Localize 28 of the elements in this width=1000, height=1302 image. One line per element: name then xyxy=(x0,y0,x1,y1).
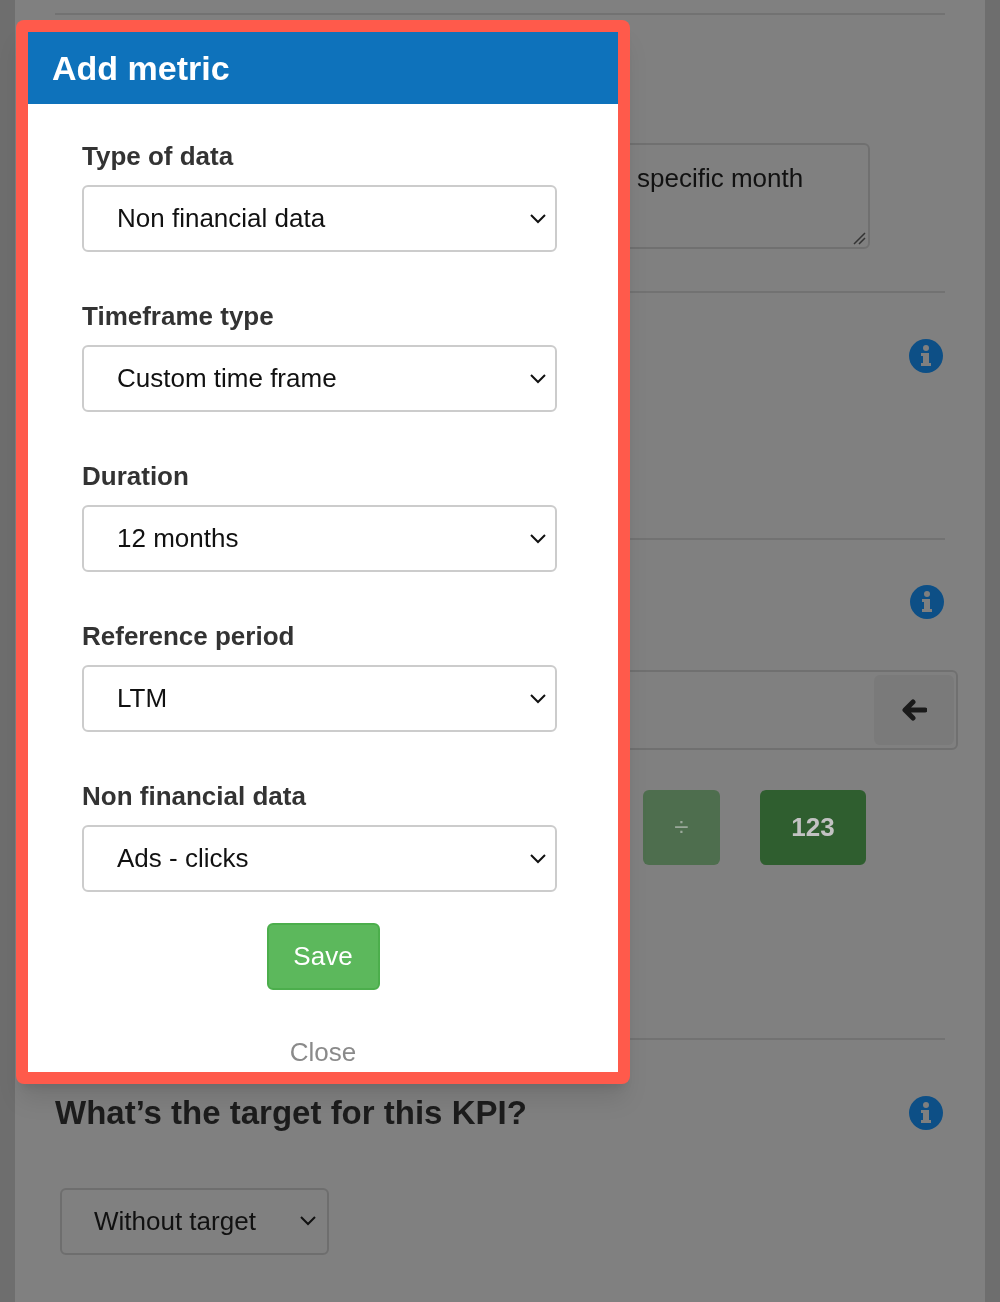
chevron-down-icon xyxy=(299,1215,317,1227)
chevron-down-icon xyxy=(529,692,547,705)
select-field[interactable]: Non financial data xyxy=(82,185,557,252)
select-field[interactable]: LTM xyxy=(82,665,557,732)
arrow-left-icon xyxy=(901,699,927,721)
number-button[interactable]: 123 xyxy=(760,790,866,865)
info-icon[interactable] xyxy=(908,1094,944,1131)
select-field[interactable]: Custom time frame xyxy=(82,345,557,412)
select-field[interactable]: Ads - clicks xyxy=(82,825,557,892)
chevron-down-icon xyxy=(529,212,547,225)
field-label: Duration xyxy=(82,460,190,492)
chevron-down-icon xyxy=(529,532,547,545)
close-button[interactable]: Close xyxy=(289,1033,357,1072)
dialog-title: Add metric xyxy=(52,47,230,89)
field-label: Non financial data xyxy=(82,780,307,812)
info-icon[interactable] xyxy=(909,584,945,620)
field-label: Type of data xyxy=(82,140,235,172)
select-field[interactable]: 12 months xyxy=(82,505,557,572)
field-label: Reference period xyxy=(82,620,296,652)
field-label: Timeframe type xyxy=(82,300,275,332)
section-heading: What’s the target for this KPI? xyxy=(55,1093,527,1133)
chevron-down-icon xyxy=(529,852,547,865)
target-select[interactable]: Without target xyxy=(60,1187,329,1255)
info-icon[interactable] xyxy=(908,338,944,374)
backspace-button[interactable] xyxy=(874,675,954,745)
resize-grip-icon[interactable] xyxy=(852,231,866,245)
save-button[interactable]: Save xyxy=(266,923,380,990)
chevron-down-icon xyxy=(529,372,547,385)
